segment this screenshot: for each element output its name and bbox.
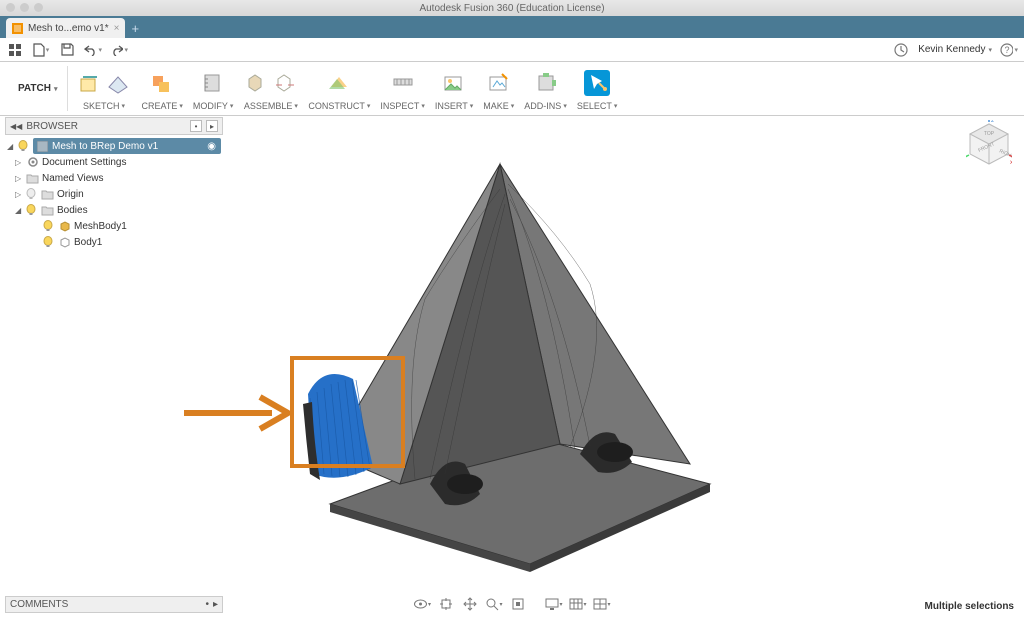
svg-text:?: ? — [1004, 45, 1009, 55]
comments-panel-header[interactable]: COMMENTS • ▸ — [5, 596, 223, 613]
annotation-arrow — [180, 391, 295, 441]
lightbulb-icon[interactable] — [18, 140, 30, 152]
tree-root-row[interactable]: ◢ Mesh to BRep Demo v1 ◉ — [7, 138, 221, 154]
tab-label: Mesh to...emo v1* — [28, 23, 109, 34]
tree-row-body1[interactable]: Body1 — [41, 234, 221, 250]
window-titlebar: Autodesk Fusion 360 (Education License) — [0, 0, 1024, 16]
model-render — [270, 134, 740, 564]
comments-expand-icon[interactable]: ▸ — [213, 599, 218, 610]
annotation-highlight-box — [290, 356, 405, 468]
tree-row-meshbody[interactable]: MeshBody1 — [41, 218, 221, 234]
assemble-icon-1[interactable] — [243, 70, 269, 96]
ribbon-group-create: CREATE▾ — [139, 66, 184, 111]
zoom-icon[interactable]: ▾ — [485, 596, 503, 612]
svg-text:TOP: TOP — [984, 131, 995, 137]
mesh-body-icon — [58, 220, 71, 233]
inspect-icon[interactable] — [390, 70, 416, 96]
close-icon[interactable]: × — [114, 23, 120, 34]
tree-row-bodies[interactable]: ◢ Bodies — [13, 202, 221, 218]
ribbon-group-make: MAKE▾ — [481, 66, 516, 111]
ribbon-group-insert: INSERT▾ — [433, 66, 475, 111]
status-text: Multiple selections — [925, 601, 1014, 612]
modify-icon[interactable] — [200, 70, 226, 96]
lightbulb-icon[interactable] — [26, 204, 38, 216]
insert-icon[interactable] — [441, 70, 467, 96]
ribbon-group-inspect: INSPECT▾ — [378, 66, 427, 111]
help-button[interactable]: ? ▾ — [1000, 41, 1018, 59]
save-button[interactable] — [58, 41, 76, 59]
ribbon-group-select: SELECT▾ — [575, 66, 620, 111]
make-icon[interactable] — [486, 70, 512, 96]
folder-icon — [41, 204, 54, 217]
ribbon-group-addins: ADD-INS▾ — [522, 66, 569, 111]
job-status-icon[interactable] — [892, 41, 910, 59]
viewport-layout-icon[interactable]: ▾ — [593, 596, 611, 612]
view-cube[interactable]: FRONT RIGHT TOP z x — [966, 120, 1012, 166]
workspace-switcher[interactable]: PATCH▾ — [8, 66, 68, 111]
tree-row-document-settings[interactable]: ▷ Document Settings — [13, 154, 221, 170]
grid-settings-icon[interactable]: ▾ — [569, 596, 587, 612]
assemble-icon-2[interactable] — [272, 70, 298, 96]
fusion-icon — [12, 23, 23, 34]
file-menu-button[interactable]: ▾ — [32, 41, 50, 59]
component-icon — [36, 140, 49, 153]
visibility-icon[interactable]: ◉ — [207, 141, 216, 152]
undo-button[interactable]: ▾ — [84, 41, 102, 59]
gear-icon — [26, 156, 39, 169]
pan-icon[interactable] — [461, 596, 479, 612]
ribbon-group-sketch: SKETCH▾ — [74, 66, 133, 111]
lightbulb-icon[interactable] — [43, 220, 55, 232]
sketch-icon[interactable] — [76, 70, 102, 96]
svg-text:z: z — [991, 120, 994, 124]
browser-panel: ◀◀ BROWSER • ▸ ◢ Mesh to BRep Demo v1 ◉ … — [5, 117, 223, 253]
collapse-icon[interactable]: ◀◀ — [10, 122, 22, 131]
navigation-toolbar: ▾ ▾ ▾ ▾ ▾ — [413, 596, 611, 612]
data-panel-button[interactable] — [6, 41, 24, 59]
comments-settings-icon[interactable]: • — [205, 599, 209, 610]
construct-icon[interactable] — [326, 70, 352, 96]
svg-text:x: x — [1010, 160, 1012, 166]
display-settings-icon[interactable]: ▾ — [545, 596, 563, 612]
folder-icon — [41, 188, 54, 201]
addins-icon[interactable] — [533, 70, 559, 96]
quick-access-toolbar: ▾ ▾ ▾ Kevin Kennedy▾ ? ▾ — [0, 38, 1024, 62]
ribbon-group-modify: MODIFY▾ — [191, 66, 236, 111]
ribbon-group-assemble: ASSEMBLE▾ — [241, 66, 300, 111]
tree-row-origin[interactable]: ▷ Origin — [13, 186, 221, 202]
ribbon-group-construct: CONSTRUCT▾ — [306, 66, 372, 111]
folder-icon — [26, 172, 39, 185]
browser-header[interactable]: ◀◀ BROWSER • ▸ — [5, 117, 223, 135]
window-title: Autodesk Fusion 360 (Education License) — [419, 3, 604, 14]
browser-pin-icon[interactable]: ▸ — [206, 120, 218, 132]
fit-icon[interactable] — [509, 596, 527, 612]
document-tabbar: Mesh to...emo v1* × + — [0, 16, 1024, 38]
tree-row-named-views[interactable]: ▷ Named Views — [13, 170, 221, 186]
browser-settings-icon[interactable]: • — [190, 120, 202, 132]
solid-body-icon — [58, 236, 71, 249]
sketch-plane-icon[interactable] — [105, 70, 131, 96]
add-tab-button[interactable]: + — [131, 21, 139, 36]
user-menu[interactable]: Kevin Kennedy▾ — [918, 44, 992, 55]
redo-button[interactable]: ▾ — [110, 41, 128, 59]
orbit-icon[interactable]: ▾ — [413, 596, 431, 612]
lightbulb-off-icon[interactable] — [26, 188, 38, 200]
ribbon-toolbar: PATCH▾ SKETCH▾ CREATE▾ MODIFY▾ ASSEMBLE▾… — [0, 62, 1024, 116]
document-tab[interactable]: Mesh to...emo v1* × — [6, 18, 125, 38]
window-controls[interactable] — [6, 3, 43, 12]
select-icon[interactable] — [584, 70, 610, 96]
lookat-icon[interactable] — [437, 596, 455, 612]
lightbulb-icon[interactable] — [43, 236, 55, 248]
browser-tree: ◢ Mesh to BRep Demo v1 ◉ ▷ Document Sett… — [5, 135, 223, 253]
create-icon[interactable] — [149, 70, 175, 96]
